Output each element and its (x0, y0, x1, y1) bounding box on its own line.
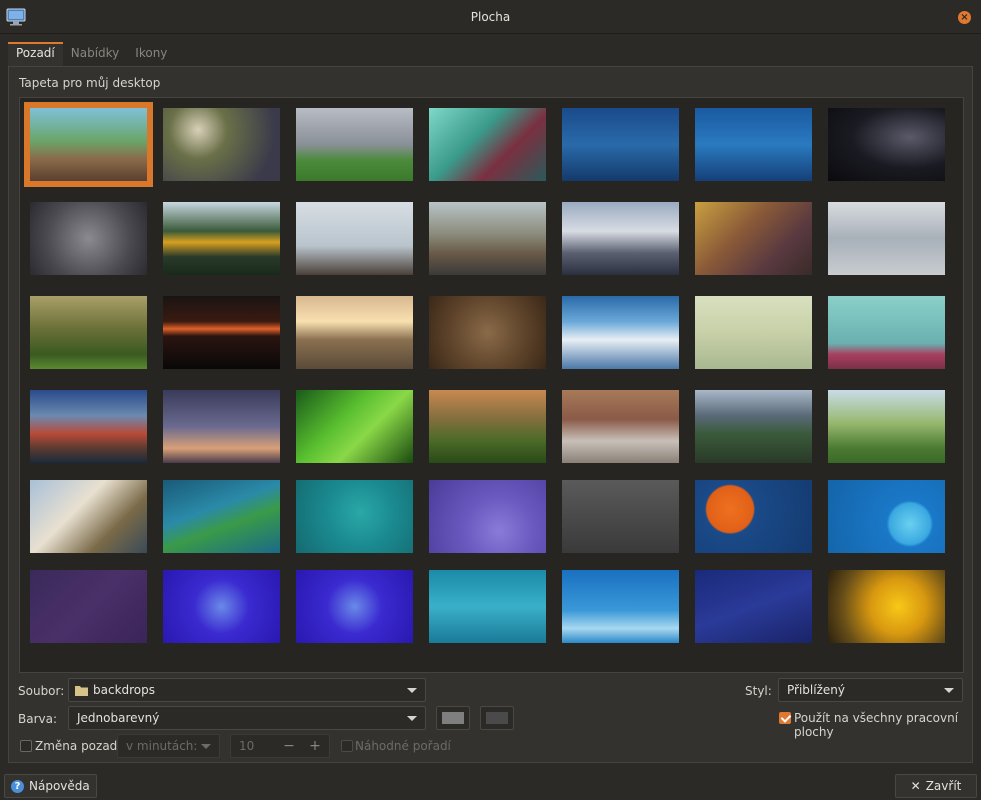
apply-all-label: Použít na všechny pracovní plochy (794, 711, 959, 739)
close-label: Zavřít (925, 779, 962, 793)
wallpaper-thumbnail-blue-aurora-1[interactable] (562, 108, 679, 181)
wallpaper-thumbnail-teal-circle[interactable] (296, 480, 413, 553)
wallpaper-thumbnail-blue-triangles[interactable] (695, 570, 812, 643)
wallpaper-thumbnail-wheat-field[interactable] (828, 390, 945, 463)
change-bg-label: Změna pozadí (35, 739, 121, 753)
primary-color-swatch (442, 712, 464, 724)
style-combo[interactable]: Přiblížený (778, 678, 963, 702)
wallpaper-thumbnail-squirrel-tree[interactable] (695, 202, 812, 275)
wallpaper-thumbnail-cherry-blossom[interactable] (30, 480, 147, 553)
chevron-down-icon (407, 716, 417, 721)
interval-unit-combo[interactable]: v minutách: (117, 734, 220, 758)
interval-unit-value: v minutách: (126, 739, 198, 753)
wallpaper-thumbnail-red-sunset[interactable] (163, 296, 280, 369)
wallpaper-thumbnail-grey-mountains[interactable] (562, 480, 679, 553)
close-button[interactable]: ✕ Zavřít (895, 774, 977, 798)
apply-all-checkbox[interactable] (779, 712, 791, 724)
chevron-down-icon (944, 688, 954, 693)
wallpaper-thumbnail-yellow-flower-bee[interactable] (828, 570, 945, 643)
close-icon: ✕ (910, 779, 921, 793)
wallpaper-thumbnail-milky-way[interactable] (828, 108, 945, 181)
file-combo[interactable]: backdrops (68, 678, 426, 702)
wallpaper-group-label: Tapeta pro můj desktop (19, 76, 161, 90)
wallpaper-thumbnail-misty-forest[interactable] (30, 296, 147, 369)
wallpaper-thumbnail-frost-plant[interactable] (828, 202, 945, 275)
tab-menus[interactable]: Nabídky (63, 42, 128, 66)
wallpaper-thumbnail-matterhorn[interactable] (562, 202, 679, 275)
wallpaper-thumbnail-green-leaf[interactable] (296, 390, 413, 463)
background-panel: Tapeta pro můj desktop (8, 66, 973, 763)
help-label: Nápověda (29, 779, 90, 793)
wallpaper-thumbnail-bare-tree-dusk[interactable] (163, 390, 280, 463)
wallpaper-thumbnail-teal-mountain[interactable] (429, 108, 546, 181)
title-bar: Plocha × (0, 0, 981, 34)
file-label: Soubor: (18, 684, 65, 698)
wallpaper-thumbnail-blue-aurora-2[interactable] (695, 108, 812, 181)
wallpaper-thumbnail-purple-circle[interactable] (429, 480, 546, 553)
tab-bar: Pozadí Nabídky Ikony (8, 42, 175, 66)
wallpaper-thumbnail-pebbles[interactable] (30, 202, 147, 275)
wallpaper-thumbnail-teal-abstract[interactable] (163, 480, 280, 553)
wallpaper-thumbnail-cat-street[interactable] (562, 390, 679, 463)
color-mode-combo[interactable]: Jednobarevný (68, 706, 426, 730)
plus-icon[interactable]: + (303, 735, 327, 757)
wallpaper-thumbnail-clouds-sky[interactable] (562, 296, 679, 369)
wallpaper-thumbnail-red-rocks[interactable] (30, 390, 147, 463)
wallpaper-thumbnail-lighthouse[interactable] (429, 202, 546, 275)
wallpaper-thumbnail-purple-stars[interactable] (30, 570, 147, 643)
style-value: Přiblížený (787, 683, 845, 697)
interval-value: 10 (239, 739, 255, 753)
folder-icon (75, 686, 88, 696)
random-order-label: Náhodné pořadí (355, 739, 451, 753)
wallpaper-thumbnail-tree-reflection[interactable] (695, 296, 812, 369)
secondary-color-swatch (486, 712, 508, 724)
wallpaper-thumbnail-tree-field[interactable] (296, 108, 413, 181)
wallpaper-thumbnail-golden-pavilion[interactable] (163, 202, 280, 275)
file-value: backdrops (93, 683, 156, 697)
color-mode-value: Jednobarevný (77, 711, 160, 725)
wallpaper-thumbnail-pink-horizon[interactable] (828, 296, 945, 369)
wallpaper-thumbnail-zen-stones[interactable] (24, 102, 153, 187)
wallpaper-thumbnail-blue-waves[interactable] (562, 570, 679, 643)
wallpaper-thumbnail-teal-waves[interactable] (429, 570, 546, 643)
wallpaper-thumbnail-flower-bokeh[interactable] (163, 108, 280, 181)
primary-color-button[interactable] (436, 706, 470, 730)
close-window-icon[interactable]: × (958, 11, 971, 24)
wallpaper-thumbnail-violet-bubbles-2[interactable] (296, 570, 413, 643)
minus-icon[interactable]: − (277, 735, 301, 757)
wallpaper-thumbnail-blue-circle[interactable] (828, 480, 945, 553)
wallpaper-gallery (19, 97, 964, 673)
wallpaper-thumbnail-mountain-cabin[interactable] (695, 390, 812, 463)
tab-icons[interactable]: Ikony (127, 42, 175, 66)
secondary-color-button[interactable] (480, 706, 514, 730)
wallpaper-thumbnail-sand-texture[interactable] (429, 296, 546, 369)
color-label: Barva: (18, 712, 58, 726)
wallpaper-thumbnail-grass-bokeh[interactable] (429, 390, 546, 463)
interval-spinbox[interactable]: 10 − + (230, 734, 330, 758)
random-order-checkbox[interactable] (341, 740, 353, 752)
help-icon: ? (11, 779, 24, 793)
chevron-down-icon (201, 744, 211, 749)
tab-background[interactable]: Pozadí (8, 42, 63, 66)
chevron-down-icon (407, 688, 417, 693)
style-label: Styl: (745, 684, 772, 698)
wallpaper-thumbnail-orange-sun[interactable] (695, 480, 812, 553)
wallpaper-thumbnail-violet-bubbles-1[interactable] (163, 570, 280, 643)
change-bg-checkbox[interactable] (20, 740, 32, 752)
window-title: Plocha (470, 10, 511, 24)
wallpaper-thumbnail-rail-pier[interactable] (296, 202, 413, 275)
wallpaper-thumbnail-road-sunset[interactable] (296, 296, 413, 369)
help-button[interactable]: ? Nápověda (4, 774, 97, 798)
